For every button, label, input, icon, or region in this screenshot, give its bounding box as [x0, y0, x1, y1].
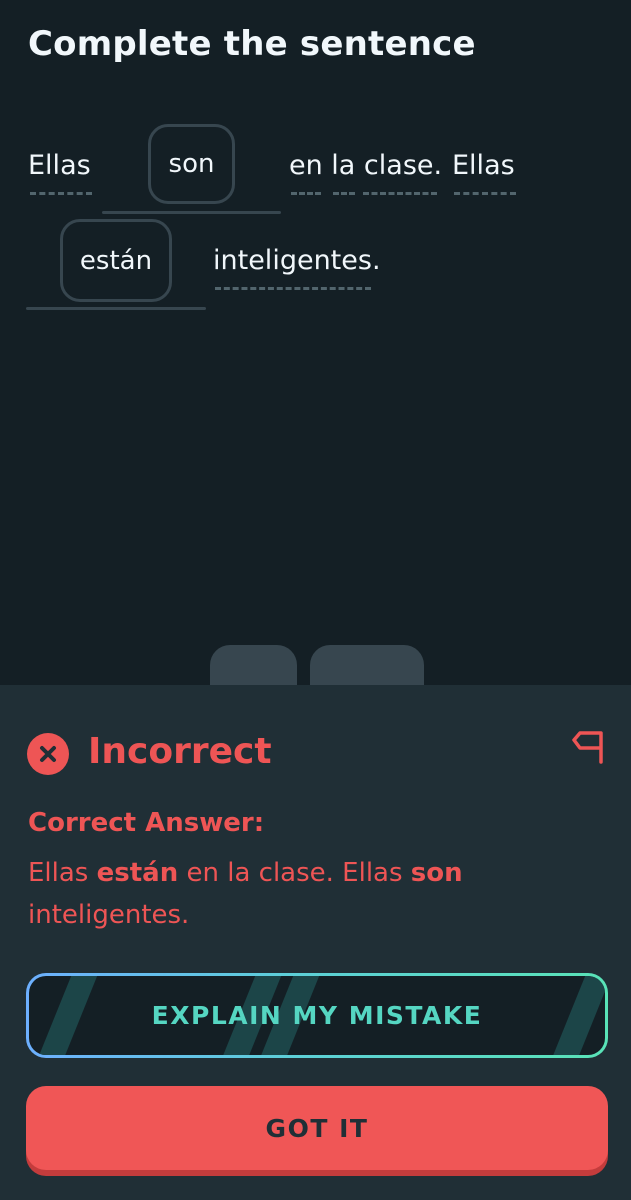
flag-icon[interactable] — [570, 728, 606, 766]
page-title: Complete the sentence — [28, 24, 476, 64]
sentence-word-inteligentes[interactable]: inteligentes. — [213, 243, 381, 279]
sentence-word-ellas[interactable]: Ellas — [28, 148, 91, 184]
got-it-button-label: GOT IT — [265, 1113, 369, 1143]
correct-answer-text: Ellas están en la clase. Ellas son intel… — [28, 858, 463, 930]
correct-answer-label: Correct Answer: — [28, 808, 265, 838]
blank-underline-1 — [102, 211, 281, 214]
close-icon — [27, 733, 69, 775]
explain-button-face[interactable]: EXPLAIN MY MISTAKE — [29, 976, 605, 1055]
explain-my-mistake-button[interactable]: EXPLAIN MY MISTAKE — [26, 973, 608, 1058]
word-hint-underline — [454, 192, 516, 195]
got-it-button[interactable]: GOT IT — [26, 1086, 608, 1170]
sentence-word-en-la-clase[interactable]: en la clase. — [289, 148, 442, 184]
word-hint-underline — [363, 192, 437, 195]
sentence-word-ellas-2[interactable]: Ellas — [452, 148, 515, 184]
button-decoration-stripe — [30, 976, 102, 1055]
blank-underline-2 — [26, 307, 206, 310]
explain-button-label: EXPLAIN MY MISTAKE — [151, 1001, 483, 1030]
answer-chip-estan[interactable]: están — [60, 219, 172, 302]
button-decoration-stripe — [544, 976, 605, 1055]
word-hint-underline — [30, 192, 92, 195]
word-hint-underline — [291, 192, 321, 195]
word-hint-underline — [333, 192, 355, 195]
feedback-status: Incorrect — [88, 731, 272, 772]
word-hint-underline — [215, 287, 371, 290]
answer-chip-son[interactable]: son — [148, 124, 235, 204]
